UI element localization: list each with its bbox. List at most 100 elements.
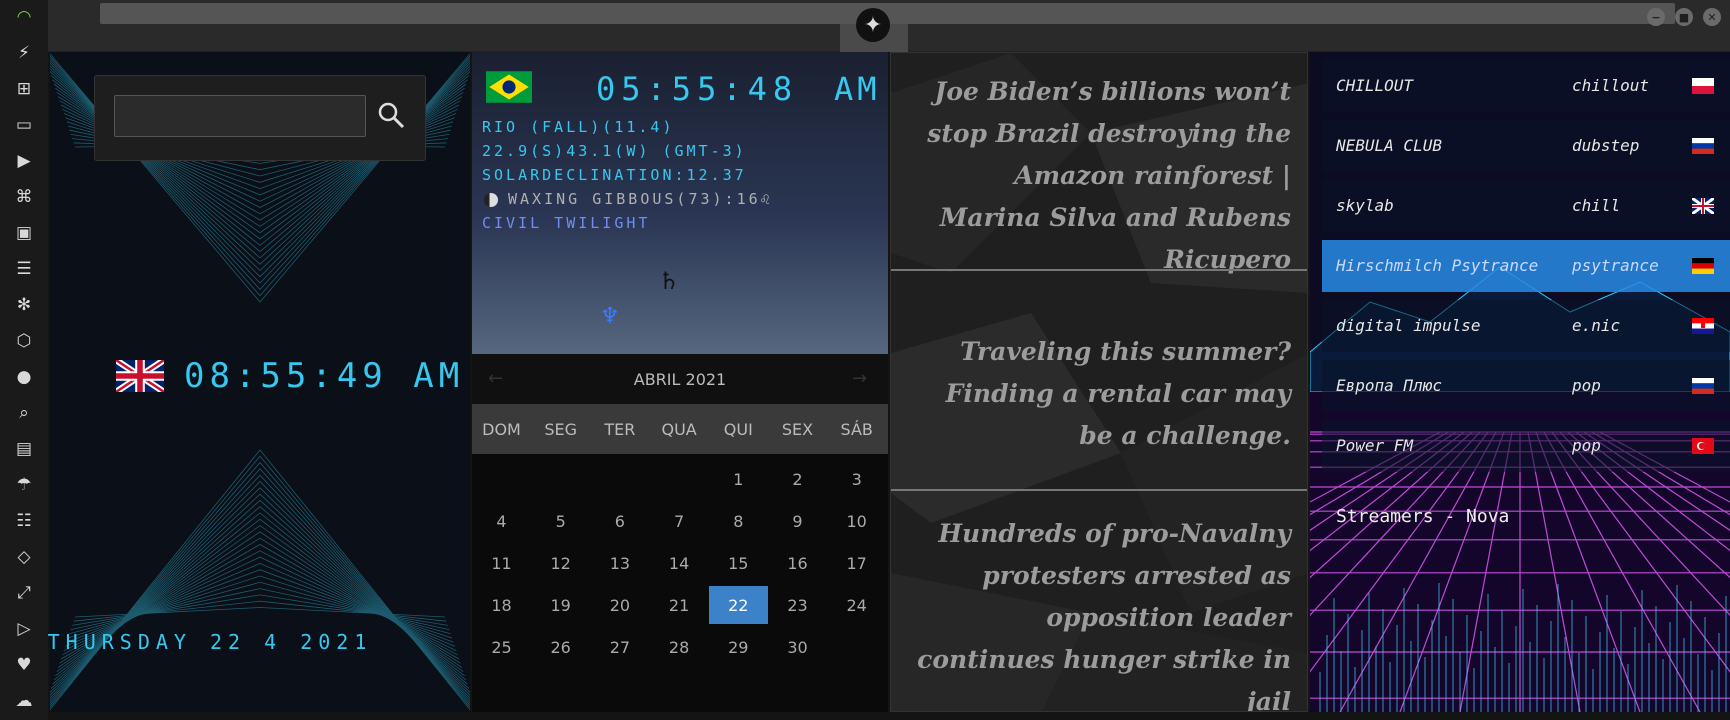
search-icon[interactable]	[376, 100, 406, 130]
station-name: digital impulse	[1336, 316, 1481, 335]
calendar-day[interactable]: 19	[531, 586, 590, 624]
search-input[interactable]	[114, 95, 366, 137]
play-icon[interactable]: ▶	[13, 150, 35, 172]
umbrella-icon[interactable]: ☂	[13, 474, 35, 496]
calendar-day[interactable]: 20	[590, 586, 649, 624]
calendar-day[interactable]: 7	[650, 502, 709, 540]
poland-flag-icon	[1692, 78, 1714, 94]
saturn-icon: ♄	[658, 267, 680, 295]
station-name: CHILLOUT	[1336, 76, 1414, 95]
calendar-day[interactable]: 27	[590, 628, 649, 666]
calendar-day[interactable]: 23	[768, 586, 827, 624]
chevron-line	[50, 480, 470, 699]
calendar-day[interactable]: 10	[827, 502, 886, 540]
calendar-day[interactable]: 1	[709, 460, 768, 498]
code-icon[interactable]: ◇	[13, 546, 35, 568]
moon-phase-icon	[484, 193, 498, 207]
chevron-line	[50, 474, 470, 702]
globe-icon[interactable]: ●	[13, 366, 35, 388]
brazil-ampm: AM	[834, 70, 881, 108]
flash-icon[interactable]: ⚡	[13, 42, 35, 64]
station-row[interactable]: Европа Плюс pop	[1322, 360, 1730, 412]
brazil-time: 05:55:48	[596, 70, 799, 108]
calendar-day[interactable]: 28	[650, 628, 709, 666]
station-row[interactable]: digital impulse e.nic	[1322, 300, 1730, 352]
weekday-label: SEX	[781, 420, 814, 439]
map-book-icon[interactable]: ⌘	[13, 186, 35, 208]
calendar-day[interactable]: 21	[650, 586, 709, 624]
contacts-icon[interactable]: ☷	[13, 510, 35, 532]
search-icon[interactable]: ⌕	[13, 402, 35, 424]
weekday-label: SEG	[544, 420, 578, 439]
calendar-month: ABRIL 2021	[633, 370, 727, 389]
astro-sky: 05:55:48 AM RIO (FALL)(11.4) 22.9(S)43.1…	[472, 52, 888, 354]
map-icon[interactable]: ▤	[13, 438, 35, 460]
calendar-day[interactable]: 2	[768, 460, 827, 498]
calendar-day[interactable]: 25	[472, 628, 531, 666]
uk-flag-icon	[1692, 198, 1714, 214]
calendar-day[interactable]: 29	[709, 628, 768, 666]
weekday-label: TER	[604, 420, 636, 439]
calendar-day[interactable]: 4	[472, 502, 531, 540]
germany-flag-icon	[1692, 258, 1714, 274]
turkey-flag-icon	[1692, 438, 1714, 454]
maximize-button[interactable]: ■	[1675, 8, 1693, 26]
windows-icon[interactable]: ⊞	[13, 78, 35, 100]
news-icon[interactable]: ☰	[13, 258, 35, 280]
calendar-day[interactable]: 11	[472, 544, 531, 582]
image-icon[interactable]: ▣	[13, 222, 35, 244]
calendar-day[interactable]: 9	[768, 502, 827, 540]
news-headline-2[interactable]: Traveling this summer? Finding a rental …	[905, 331, 1291, 457]
weekday-label: SÁB	[840, 420, 873, 439]
calendar-day-today[interactable]: 22	[708, 586, 768, 624]
wifi-icon[interactable]: ◠	[13, 6, 35, 28]
calendar-day[interactable]: 13	[590, 544, 649, 582]
chevron-line	[67, 575, 453, 639]
calendar-day[interactable]: 15	[709, 544, 768, 582]
calendar-day[interactable]: 16	[768, 544, 827, 582]
station-genre: chill	[1572, 196, 1621, 215]
calendar-day[interactable]: 30	[768, 628, 827, 666]
news-divider	[891, 489, 1307, 491]
station-row[interactable]: Power FM pop	[1322, 420, 1730, 472]
uk-time: 08:55:49 AM	[184, 356, 465, 396]
uk-flag-icon	[116, 360, 164, 392]
close-button[interactable]: ✕	[1703, 8, 1721, 26]
calendar-day[interactable]: 3	[827, 460, 886, 498]
snowflake-icon[interactable]: ✻	[13, 294, 35, 316]
hexagon-icon[interactable]: ⬡	[13, 330, 35, 352]
calendar-next-icon[interactable]: →	[852, 368, 867, 389]
calendar-day[interactable]: 6	[590, 502, 649, 540]
station-genre: pop	[1572, 436, 1601, 455]
heart-icon[interactable]: ♥	[13, 654, 35, 676]
calendar-day[interactable]: 18	[472, 586, 531, 624]
station-genre: psytrance	[1572, 256, 1659, 275]
news-headline-3[interactable]: Hundreds of pro-Navalny protesters arres…	[905, 513, 1291, 711]
rebel-alliance-icon[interactable]: ✦	[856, 8, 890, 42]
calendar-day[interactable]: 8	[709, 502, 768, 540]
calendar-day[interactable]: 17	[827, 544, 886, 582]
station-row[interactable]: Hirschmilch Psytrance psytrance	[1322, 240, 1730, 292]
weekday-label: QUI	[723, 420, 753, 439]
calendar-header: ← ABRIL 2021 →	[472, 354, 888, 404]
brazil-flag-icon	[486, 71, 532, 103]
station-row[interactable]: skylab chill	[1322, 180, 1730, 232]
calendar-day[interactable]: 24	[827, 586, 886, 624]
station-row[interactable]: CHILLOUT chillout	[1322, 60, 1730, 112]
calendar-day[interactable]: 14	[650, 544, 709, 582]
weekday-label: QUA	[661, 420, 697, 439]
location-line: RIO (FALL)(11.4)	[482, 118, 675, 136]
sidebar-rail: ◠ ⚡ ⊞ ▭ ▶ ⌘ ▣ ☰ ✻ ⬡ ● ⌕ ▤ ☂ ☷ ◇ ⤢ ▷ ♥ ☁	[0, 0, 48, 720]
cloud-icon[interactable]: ☁	[13, 690, 35, 712]
neptune-icon: ♆	[600, 304, 620, 329]
news-headline-1[interactable]: Joe Biden’s billions won’t stop Brazil d…	[905, 71, 1291, 281]
archive-icon[interactable]: ▭	[13, 114, 35, 136]
calendar-day[interactable]: 26	[531, 628, 590, 666]
minimize-button[interactable]: −	[1647, 8, 1665, 26]
station-row[interactable]: NEBULA CLUB dubstep	[1322, 120, 1730, 172]
calendar-day[interactable]: 5	[531, 502, 590, 540]
calendar-day[interactable]: 12	[531, 544, 590, 582]
calendar-weekdays: DOM SEG TER QUA QUI SEX SÁB	[472, 404, 888, 454]
fullscreen-icon[interactable]: ⤢	[13, 582, 35, 604]
moon-phase-line: WAXING GIBBOUS(73):16♌	[508, 190, 773, 208]
